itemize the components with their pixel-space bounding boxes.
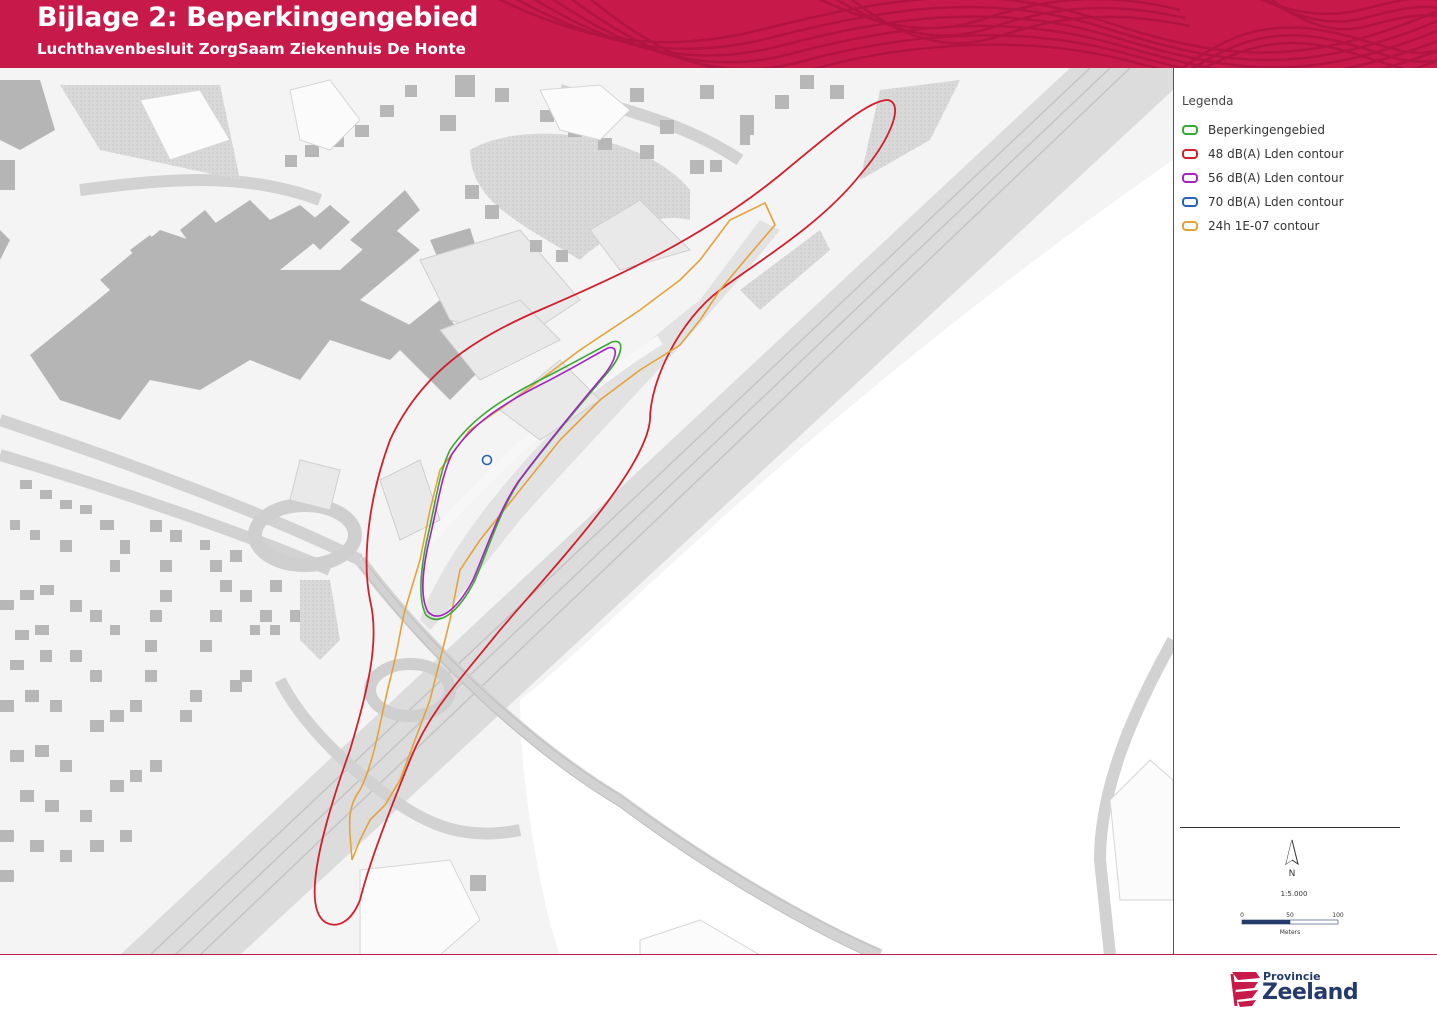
legend-item-24h: 24h 1E-07 contour (1182, 218, 1319, 234)
scale-tick-50: 50 (1286, 912, 1294, 919)
legend-label: Beperkingengebied (1208, 123, 1325, 137)
logo-text-zeeland: Zeeland (1262, 980, 1359, 1005)
north-label: N (1289, 869, 1296, 879)
legend-swatch-purple (1182, 173, 1198, 183)
legend-item-70db: 70 dB(A) Lden contour (1182, 194, 1344, 210)
legend-swatch-red (1182, 149, 1198, 159)
legend-label: 70 dB(A) Lden contour (1208, 195, 1344, 209)
legend-swatch-blue (1182, 197, 1198, 207)
legend-divider (1180, 827, 1400, 828)
legend-item-48db: 48 dB(A) Lden contour (1182, 146, 1344, 162)
scale-tick-0: 0 (1240, 912, 1244, 919)
footer-divider (0, 954, 1437, 955)
header-banner: Bijlage 2: Beperkingengebied Luchthavenb… (0, 0, 1437, 68)
legend-swatch-orange (1182, 221, 1198, 231)
legend-label: 48 dB(A) Lden contour (1208, 147, 1344, 161)
map-title: Bijlage 2: Beperkingengebied (37, 2, 479, 33)
legend-panel: Legenda Beperkingengebied 48 dB(A) Lden … (1173, 68, 1437, 955)
scale-bar: 0 50 100 Meters (1240, 912, 1344, 936)
legend-item-56db: 56 dB(A) Lden contour (1182, 170, 1344, 186)
map-subtitle: Luchthavenbesluit ZorgSaam Ziekenhuis De… (37, 40, 466, 58)
scale-unit: Meters (1280, 929, 1301, 936)
legend-label: 56 dB(A) Lden contour (1208, 171, 1344, 185)
north-arrow-icon: N (1285, 839, 1299, 879)
legend-item-beperkingengebied: Beperkingengebied (1182, 122, 1325, 138)
scale-tick-100: 100 (1332, 912, 1344, 919)
provincie-zeeland-logo-icon (1230, 972, 1260, 1007)
map-svg (0, 68, 1173, 955)
map-canvas[interactable] (0, 68, 1173, 955)
legend-label: 24h 1E-07 contour (1208, 219, 1320, 233)
legend-title: Legenda (1182, 94, 1234, 108)
legend-swatch-green (1182, 125, 1198, 135)
scale-ratio: 1:5.000 (1280, 890, 1308, 898)
